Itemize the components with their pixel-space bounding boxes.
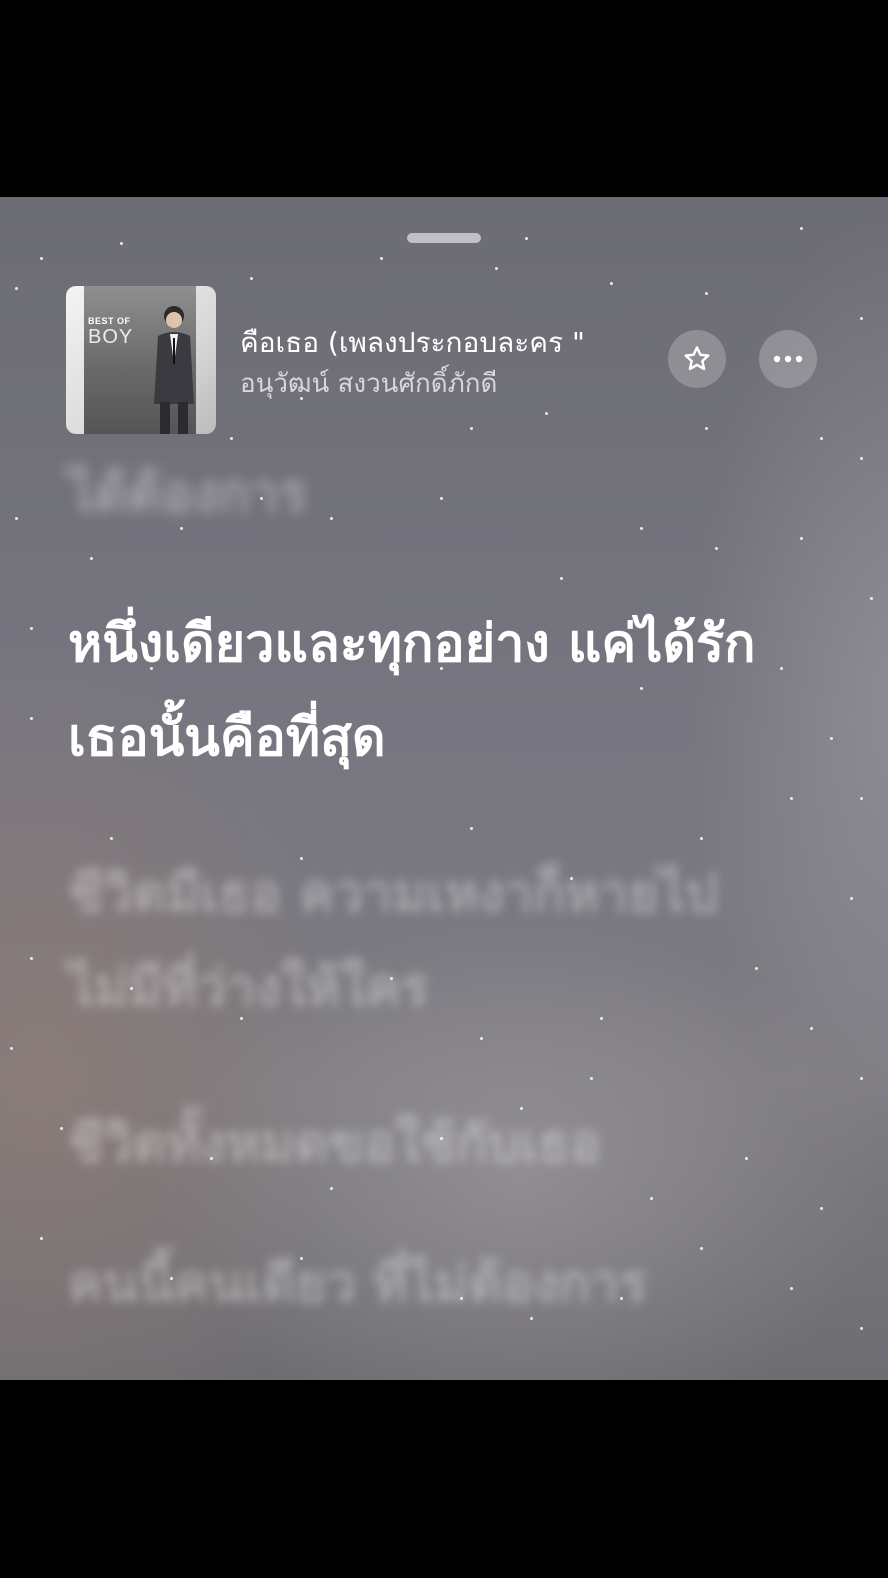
sparkle-dot — [860, 1077, 863, 1080]
album-artwork[interactable]: BEST OF BOY — [66, 286, 216, 434]
sparkle-dot — [120, 242, 123, 245]
sparkle-dot — [110, 837, 113, 840]
sparkle-dot — [40, 1237, 43, 1240]
sparkle-dot — [60, 1127, 63, 1130]
more-options-button[interactable] — [759, 330, 817, 388]
sparkle-dot — [545, 412, 548, 415]
sparkle-dot — [790, 797, 793, 800]
favorite-button[interactable] — [668, 330, 726, 388]
sparkle-dot — [250, 277, 253, 280]
sparkle-dot — [830, 737, 833, 740]
sparkle-dot — [15, 517, 18, 520]
sparkle-dot — [705, 427, 708, 430]
sheet-grabber-handle[interactable] — [407, 233, 481, 243]
album-artwork-photo — [84, 286, 196, 434]
sparkle-dot — [860, 1327, 863, 1330]
lyric-line-upcoming[interactable]: ชีวิตมีเธอ ความเหงาก็หายไป ไม่มีที่ว่างใ… — [68, 847, 808, 1035]
star-icon — [684, 346, 710, 371]
sparkle-dot — [810, 1027, 813, 1030]
lyric-line-previous[interactable]: ได้ต้องการ — [68, 447, 808, 541]
sparkle-dot — [495, 267, 498, 270]
album-art-name: BOY — [88, 326, 134, 348]
sparkle-dot — [650, 1197, 653, 1200]
screen: BEST OF BOY คือเธอ (เพลงประกอบละคร " อนุ… — [0, 0, 888, 1578]
sparkle-dot — [470, 427, 473, 430]
lyrics-player-sheet: BEST OF BOY คือเธอ (เพลงประกอบละคร " อนุ… — [0, 197, 888, 1380]
sparkle-dot — [860, 797, 863, 800]
sparkle-dot — [15, 287, 18, 290]
artist-name[interactable]: อนุวัฒน์ สงวนศักดิ์ภักดี — [240, 363, 650, 404]
ellipsis-icon — [773, 355, 803, 363]
sparkle-dot — [870, 597, 873, 600]
sparkle-dot — [480, 1037, 483, 1040]
sparkle-dot — [850, 897, 853, 900]
lyric-line-upcoming[interactable]: ชีวิตทั้งหมดขอใช้กับเธอ — [68, 1097, 808, 1191]
sparkle-dot — [90, 557, 93, 560]
lyric-line-upcoming[interactable]: คนนี้คนเดียว ที่ไม่ต้องการ — [68, 1237, 808, 1331]
sparkle-dot — [30, 627, 33, 630]
sparkle-dot — [10, 1047, 13, 1050]
sparkle-dot — [820, 437, 823, 440]
sparkle-dot — [590, 1077, 593, 1080]
sparkle-dot — [800, 227, 803, 230]
sparkle-dot — [30, 717, 33, 720]
sparkle-dot — [860, 457, 863, 460]
album-art-caption: BEST OF — [88, 316, 131, 326]
sparkle-dot — [700, 837, 703, 840]
sparkle-dot — [705, 292, 708, 295]
sparkle-dot — [820, 1207, 823, 1210]
sparkle-dot — [40, 257, 43, 260]
sparkle-dot — [610, 282, 613, 285]
sparkle-dot — [560, 577, 563, 580]
sparkle-dot — [525, 237, 528, 240]
sparkle-dot — [230, 437, 233, 440]
sparkle-dot — [715, 547, 718, 550]
sparkle-dot — [860, 317, 863, 320]
artist-figure-icon — [154, 306, 194, 434]
lyric-line-current[interactable]: หนึ่งเดียวและทุกอย่าง แค่ได้รักเธอนั้นคื… — [68, 597, 808, 785]
sparkle-dot — [470, 827, 473, 830]
song-title[interactable]: คือเธอ (เพลงประกอบละคร " — [240, 321, 650, 365]
sparkle-dot — [30, 957, 33, 960]
sparkle-dot — [380, 257, 383, 260]
